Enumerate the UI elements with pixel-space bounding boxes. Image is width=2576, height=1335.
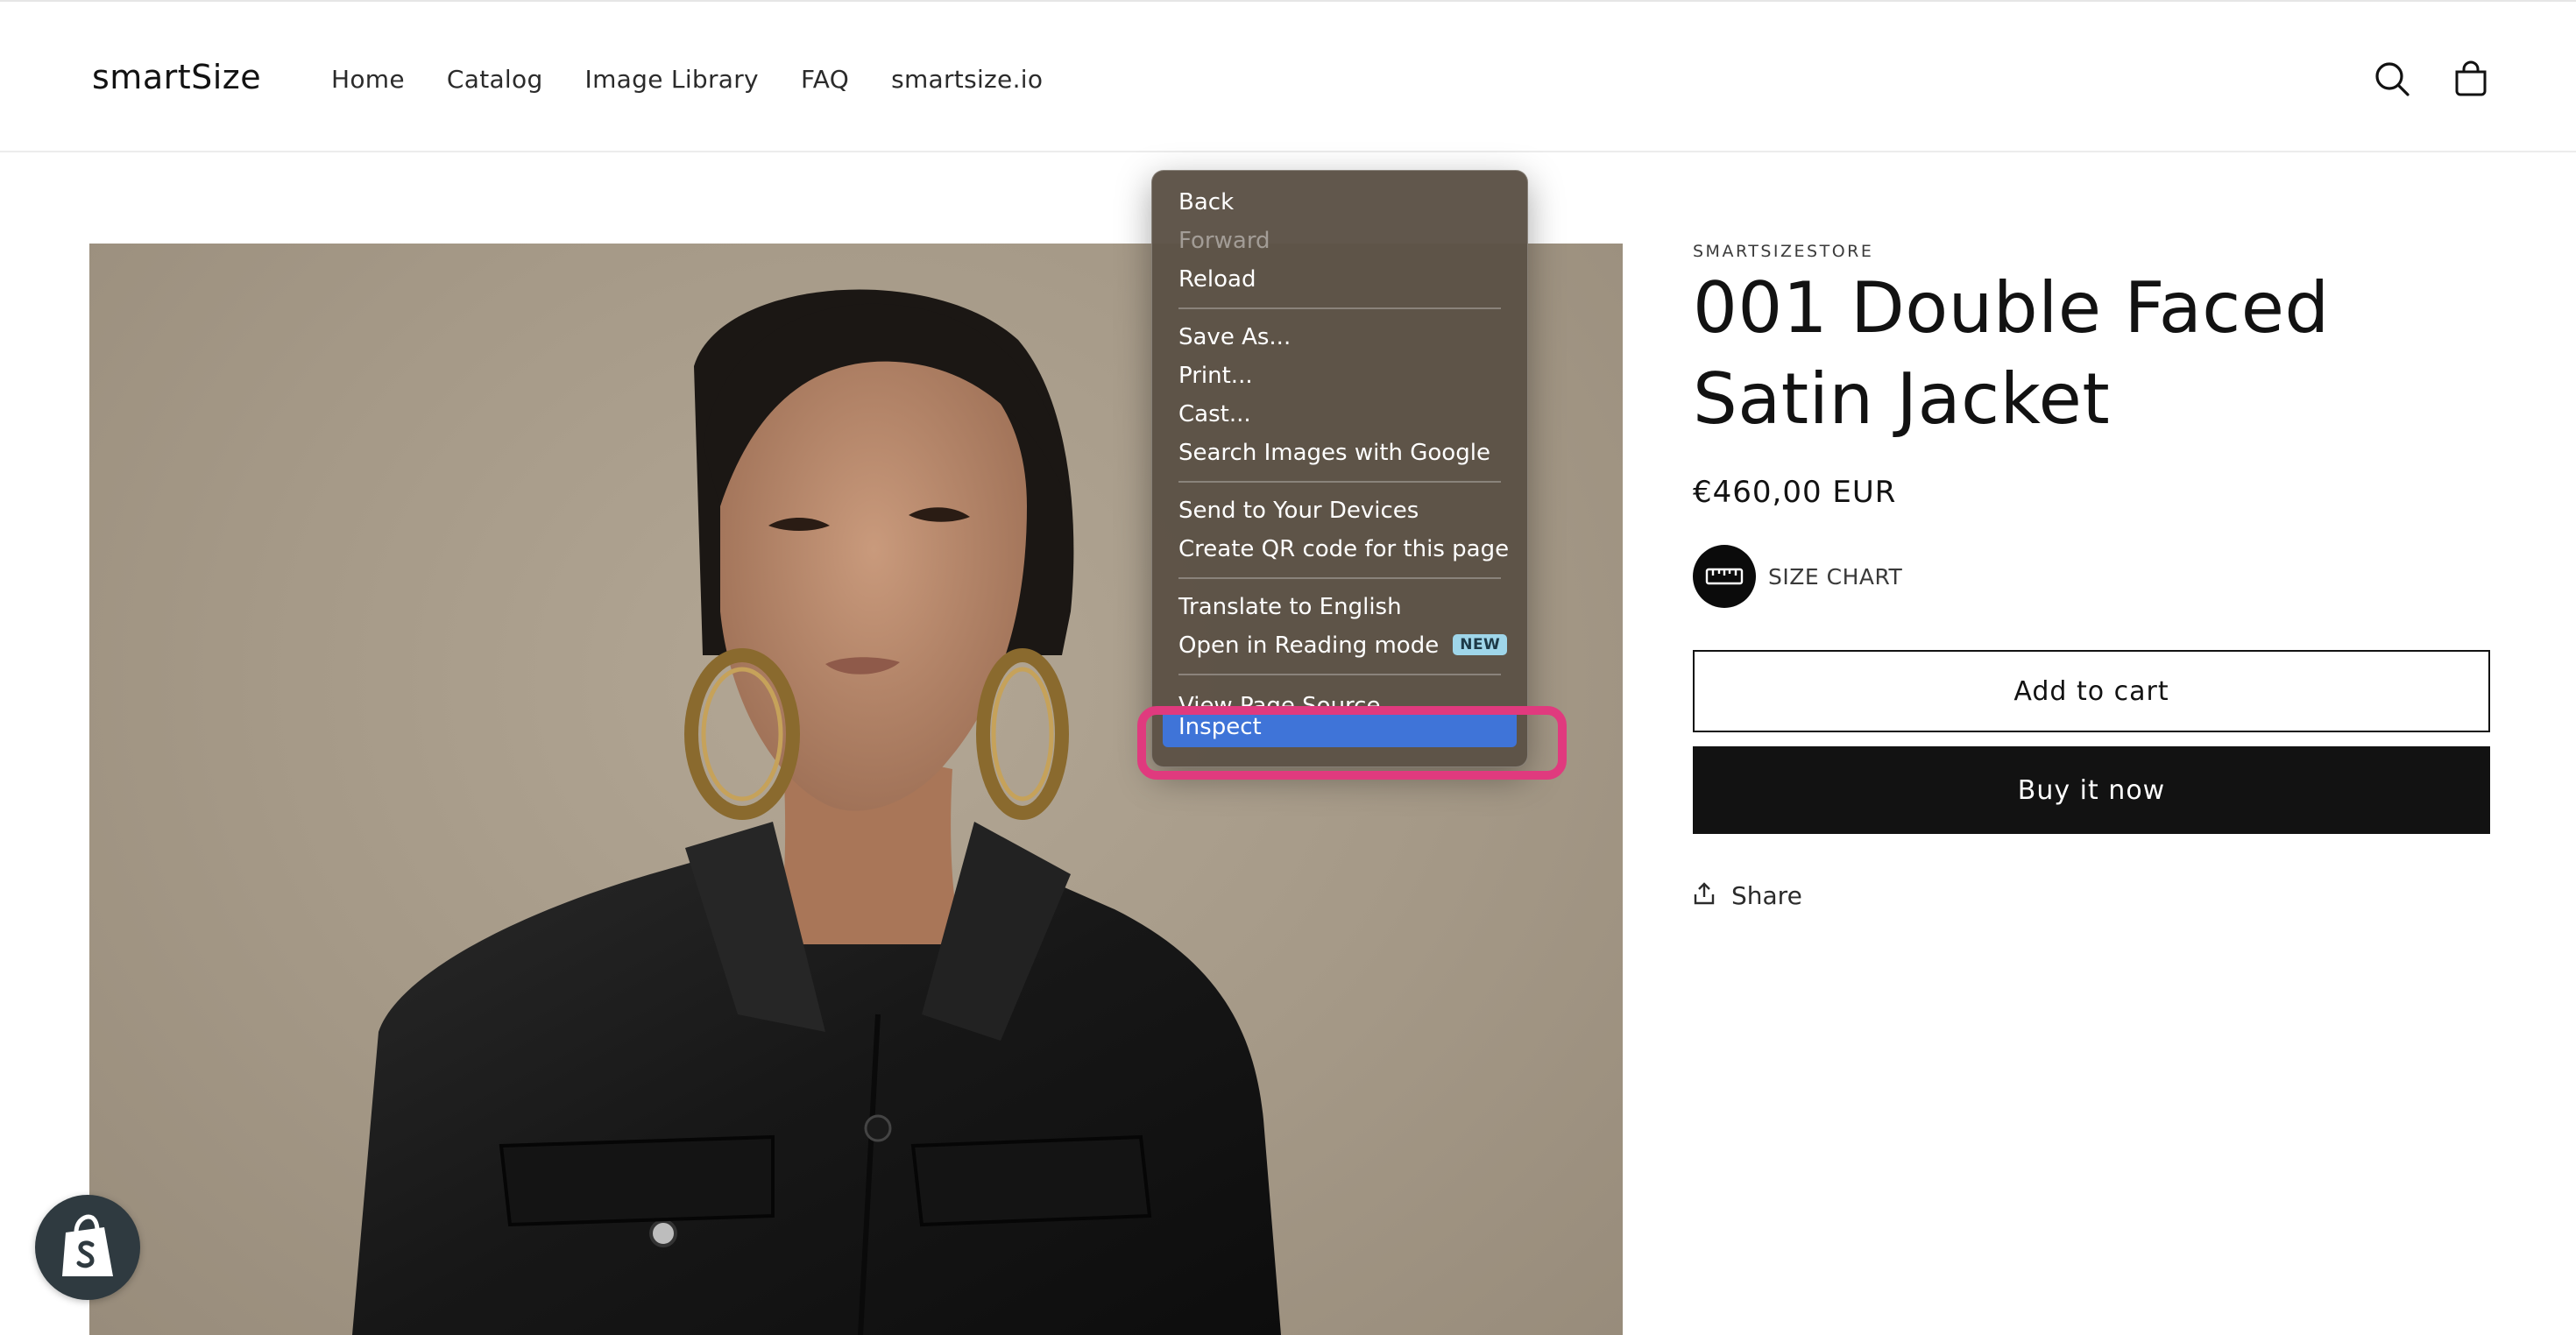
product-title: 001 Double Faced Satin Jacket: [1693, 267, 2330, 440]
menu-item-inspect[interactable]: Inspect: [1163, 707, 1517, 747]
menu-item-reading-mode-label: Open in Reading mode: [1178, 632, 1440, 659]
menu-item-forward: Forward: [1178, 228, 1270, 254]
menu-separator: [1178, 674, 1501, 675]
menu-item-search-images[interactable]: Search Images with Google: [1152, 434, 1527, 472]
menu-item-create-qr[interactable]: Create QR code for this page: [1152, 530, 1527, 569]
menu-item-reading-mode[interactable]: Open in Reading mode NEW: [1152, 626, 1527, 665]
nav-faq[interactable]: FAQ: [801, 65, 849, 94]
search-icon[interactable]: [2371, 58, 2413, 100]
store-logo[interactable]: smartSize: [92, 58, 261, 96]
buy-now-button[interactable]: Buy it now: [1693, 746, 2490, 834]
main-nav: Home Catalog Image Library FAQ smartsize…: [331, 65, 1085, 94]
size-chart-label: SIZE CHART: [1768, 563, 1903, 590]
menu-item-view-page-source[interactable]: View Page Source: [1152, 684, 1527, 707]
menu-item-translate[interactable]: Translate to English: [1152, 588, 1527, 626]
ruler-icon: [1693, 545, 1756, 608]
menu-item-reload[interactable]: Reload: [1152, 260, 1527, 299]
add-to-cart-button[interactable]: Add to cart: [1693, 650, 2490, 732]
nav-image-library[interactable]: Image Library: [585, 65, 759, 94]
share-icon: [1693, 881, 1716, 910]
context-menu: Back Forward Reload Save As... Print... …: [1151, 170, 1528, 767]
menu-separator: [1178, 577, 1501, 579]
menu-separator: [1178, 481, 1501, 483]
shopify-bag-icon[interactable]: [35, 1195, 140, 1300]
menu-item-send-to-devices[interactable]: Send to Your Devices: [1152, 491, 1527, 530]
size-chart-button[interactable]: SIZE CHART: [1693, 545, 1902, 608]
menu-separator: [1178, 307, 1501, 309]
share-button[interactable]: Share: [1693, 881, 1802, 910]
product-price: €460,00 EUR: [1693, 475, 1897, 510]
nav-catalog[interactable]: Catalog: [447, 65, 543, 94]
menu-item-cast[interactable]: Cast...: [1152, 395, 1527, 434]
site-header: smartSize Home Catalog Image Library FAQ…: [0, 0, 2576, 152]
cart-icon[interactable]: [2450, 58, 2492, 100]
product-vendor: SMARTSIZESTORE: [1693, 242, 1874, 261]
nav-smartsize-io[interactable]: smartsize.io: [891, 65, 1043, 94]
share-label: Share: [1731, 881, 1802, 910]
menu-item-save-as[interactable]: Save As...: [1152, 318, 1527, 357]
menu-item-back[interactable]: Back: [1152, 183, 1527, 222]
menu-item-print[interactable]: Print...: [1152, 357, 1527, 395]
nav-home[interactable]: Home: [331, 65, 405, 94]
new-badge: NEW: [1453, 633, 1508, 655]
